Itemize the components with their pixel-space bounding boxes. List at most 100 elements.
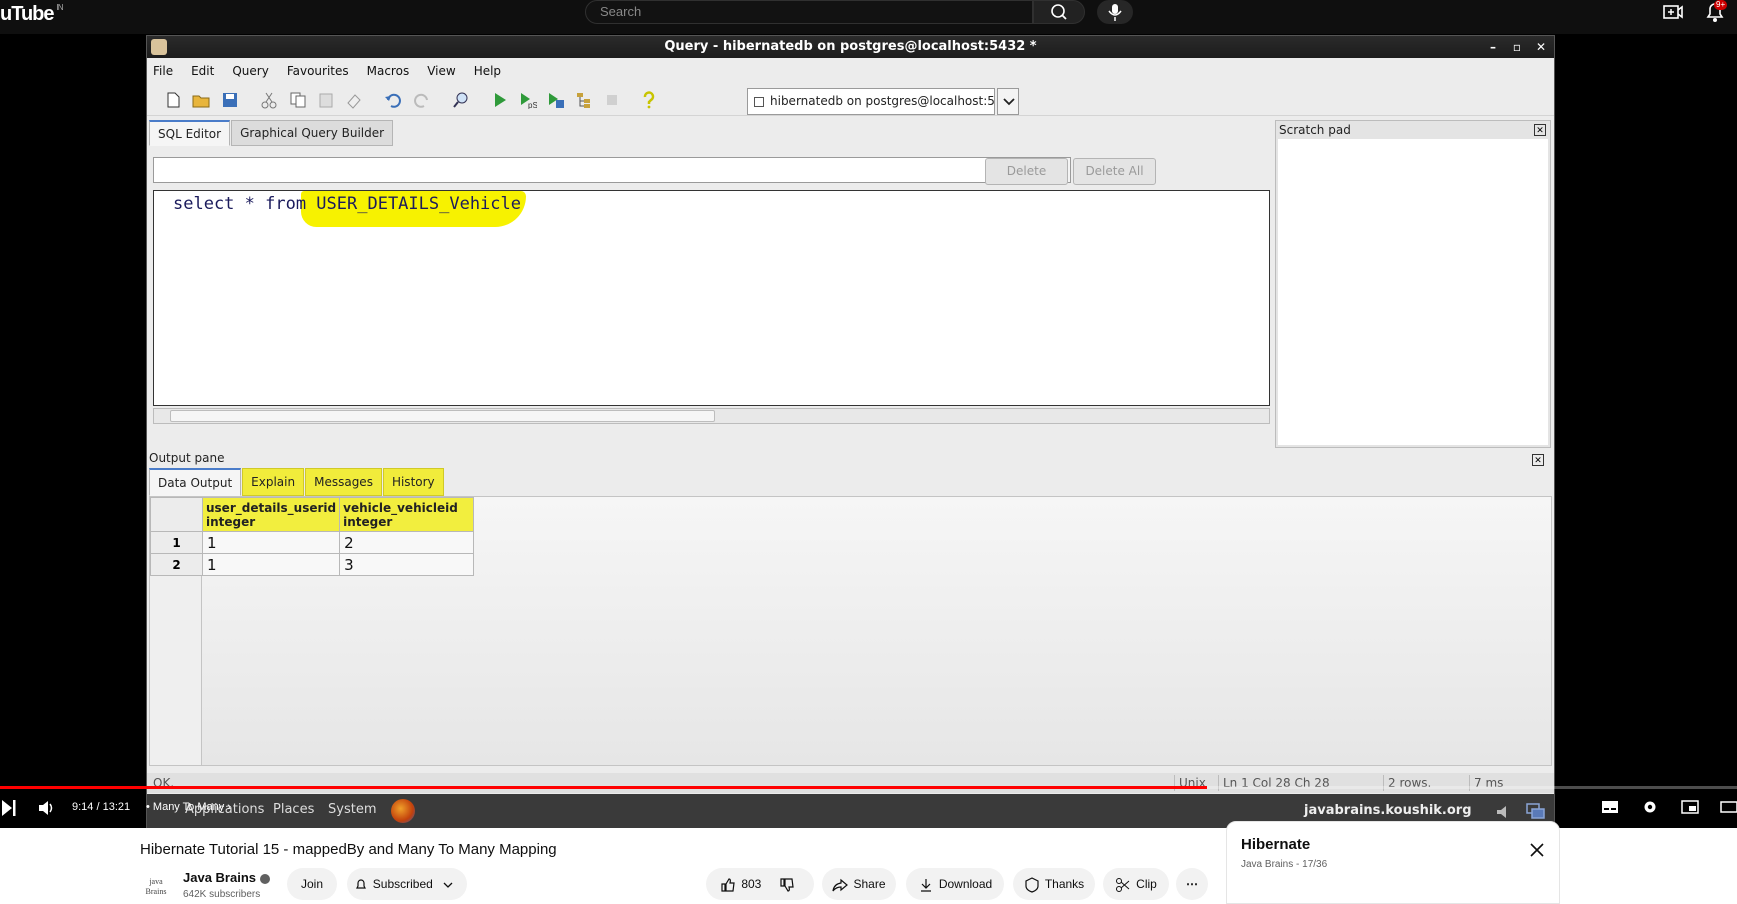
cancel-query-icon[interactable] [603,91,621,109]
create-video-icon[interactable] [1662,2,1684,22]
execute-pgscript-icon[interactable]: pS [519,91,537,109]
connection-dropdown-button[interactable] [997,88,1019,115]
table-cell[interactable]: 3 [339,553,475,576]
table-row: 2 1 3 [150,553,475,576]
column-type: integer [206,514,256,529]
menu-favourites[interactable]: Favourites [287,64,349,78]
column-header[interactable]: vehicle_vehicleid integer [339,497,475,532]
cut-icon[interactable] [260,91,278,109]
horizontal-scrollbar[interactable] [153,408,1270,424]
status-bar: OK. Unix Ln 1 Col 28 Ch 28 2 rows. 7 ms [147,773,1554,793]
delete-button[interactable]: Delete [985,158,1068,185]
channel-name-text: Java Brains [183,870,256,885]
youtube-logo[interactable]: uTube IN [0,3,64,26]
settings-gear-icon[interactable] [1641,800,1659,814]
search-input[interactable]: Search [585,0,1033,24]
sql-query-line: select * from USER_DETAILS_Vehicle [173,194,521,214]
subtitles-icon[interactable] [1601,800,1619,814]
execute-to-file-icon[interactable] [547,91,565,109]
dislike-button[interactable] [779,877,800,892]
tab-history[interactable]: History [382,468,444,496]
verified-icon [260,873,270,884]
redo-icon[interactable] [413,91,431,109]
subscribed-button[interactable]: Subscribed [347,868,467,900]
scissors-icon [1116,877,1130,892]
tab-graphical-query-builder[interactable]: Graphical Query Builder [231,120,394,146]
close-icon[interactable]: ✕ [1534,124,1546,136]
join-button[interactable]: Join [287,868,337,900]
toolbar: pS hibernatedb on postgres@localhost:5 [147,84,1554,116]
table-cell[interactable]: 1 [201,531,341,554]
tab-data-output[interactable]: Data Output [149,468,242,496]
column-header[interactable]: user_details_userid integer [201,497,341,532]
bell-icon [355,879,366,889]
theater-mode-icon[interactable] [1720,800,1737,814]
grid-corner[interactable] [150,497,203,532]
tab-sql-editor[interactable]: SQL Editor [149,120,231,146]
menu-file[interactable]: File [153,64,173,78]
results-table: user_details_userid integer vehicle_vehic… [150,497,475,576]
miniplayer-icon[interactable] [1681,800,1699,814]
microphone-icon [1108,4,1122,21]
close-icon[interactable]: ✕ [1536,41,1546,53]
more-actions-button[interactable]: ⋯ [1176,868,1208,900]
app-icon [151,39,167,55]
row-number[interactable]: 2 [150,553,203,576]
thanks-button[interactable]: Thanks [1013,868,1095,900]
find-icon[interactable] [452,91,470,109]
connection-selector[interactable]: hibernatedb on postgres@localhost:5 [747,88,995,115]
table-cell[interactable]: 1 [201,553,341,576]
menu-edit[interactable]: Edit [191,64,214,78]
maximize-icon[interactable]: ▫ [1512,41,1522,53]
query-history-combo[interactable] [153,157,1046,183]
menu-view[interactable]: View [427,64,455,78]
playlist-title[interactable]: Hibernate [1241,836,1310,853]
clear-eraser-icon[interactable] [345,91,363,109]
table-cell[interactable]: 2 [339,531,475,554]
sql-text-area[interactable]: select * from USER_DETAILS_Vehicle [153,190,1270,406]
voice-search-button[interactable] [1097,0,1133,24]
thanks-icon [1025,877,1039,893]
scratch-pad-panel: Scratch pad ✕ [1275,120,1551,448]
menu-query[interactable]: Query [232,64,268,78]
notification-badge: 9+ [1714,0,1728,10]
clip-button[interactable]: Clip [1103,868,1169,900]
scrollbar-thumb[interactable] [170,410,715,422]
download-icon [920,878,931,892]
row-number[interactable]: 1 [150,531,203,554]
connection-checkbox[interactable] [754,97,764,107]
open-folder-icon[interactable] [192,91,210,109]
like-button[interactable]: 803 [720,877,761,892]
delete-all-button[interactable]: Delete All [1073,158,1156,185]
clip-label: Clip [1136,877,1157,891]
chevron-down-icon [1003,98,1015,106]
close-icon[interactable] [1529,842,1545,858]
undo-icon[interactable] [384,91,402,109]
chapter-title[interactable]: • Many To Many › [146,801,231,813]
download-button[interactable]: Download [906,868,1004,900]
save-icon[interactable] [221,91,239,109]
execute-query-icon[interactable] [491,91,509,109]
data-output-grid: user_details_userid integer vehicle_vehic… [149,496,1552,766]
search-button[interactable] [1033,0,1085,24]
tab-explain[interactable]: Explain [242,468,305,496]
video-title: Hibernate Tutorial 15 - mappedBy and Man… [140,841,557,858]
paste-icon[interactable] [317,91,335,109]
minimize-icon[interactable]: – [1488,41,1498,53]
help-icon[interactable] [640,91,658,109]
channel-name[interactable]: Java Brains [183,870,270,885]
scratch-pad-textarea[interactable] [1278,139,1548,445]
new-file-icon[interactable] [164,91,182,109]
share-button[interactable]: Share [822,868,896,900]
menu-help[interactable]: Help [474,64,501,78]
play-icon[interactable] [2,800,16,816]
volume-icon[interactable] [38,800,56,816]
copy-icon[interactable] [289,91,307,109]
window-titlebar: Query - hibernatedb on postgres@localhos… [147,36,1554,58]
thanks-label: Thanks [1044,877,1085,891]
close-icon[interactable]: ✕ [1532,454,1544,466]
channel-avatar[interactable]: java Brains [140,872,172,902]
menu-macros[interactable]: Macros [367,64,410,78]
explain-query-icon[interactable] [575,91,593,109]
tab-messages[interactable]: Messages [305,468,382,496]
